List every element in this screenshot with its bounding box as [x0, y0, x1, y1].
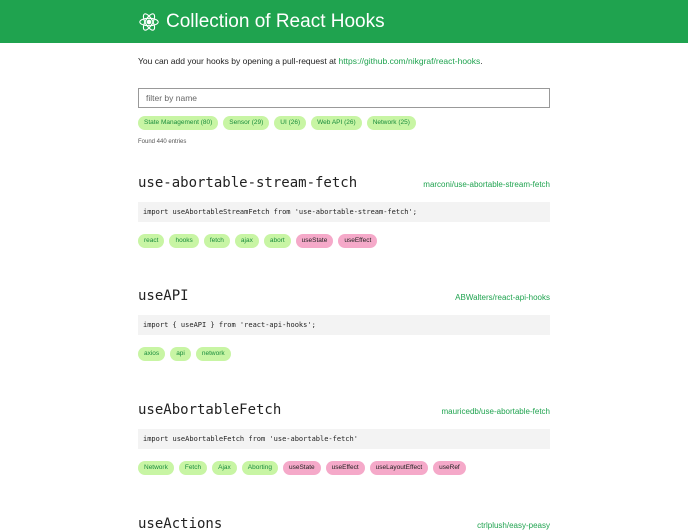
- hook-entry: use-abortable-stream-fetch marconi/use-ab…: [138, 175, 550, 248]
- react-logo-icon: [139, 12, 159, 31]
- hook-repo-link[interactable]: ABWalters/react-api-hooks: [455, 293, 550, 302]
- tag[interactable]: react: [138, 234, 165, 248]
- hook-tag[interactable]: useState: [282, 461, 321, 475]
- tag[interactable]: Fetch: [178, 461, 208, 475]
- filter-input[interactable]: [138, 88, 550, 108]
- tag[interactable]: Aborting: [241, 461, 278, 475]
- hook-entry: useActions ctrlplush/easy-peasy: [138, 516, 550, 532]
- tag[interactable]: fetch: [203, 234, 230, 248]
- header: Collection of React Hooks: [0, 0, 688, 43]
- hook-entry: useAbortableFetch mauricedb/use-abortable…: [138, 402, 550, 475]
- category-tag[interactable]: State Management (80): [138, 116, 219, 130]
- hook-name[interactable]: use-abortable-stream-fetch: [138, 175, 357, 191]
- category-tag[interactable]: UI (26): [274, 116, 307, 130]
- hook-tag[interactable]: useRef: [433, 461, 466, 475]
- hook-tag[interactable]: useLayoutEffect: [369, 461, 429, 475]
- category-tag[interactable]: Sensor (29): [223, 116, 270, 130]
- import-code: import useAbortableFetch from 'use-abort…: [138, 429, 550, 449]
- category-list: State Management (80) Sensor (29) UI (26) W…: [138, 116, 550, 130]
- page-title: Collection of React Hooks: [166, 10, 385, 32]
- hook-repo-link[interactable]: mauricedb/use-abortable-fetch: [441, 407, 550, 416]
- tag[interactable]: Network: [138, 461, 174, 475]
- tag[interactable]: abort: [263, 234, 291, 248]
- hook-entry: useAPI ABWalters/react-api-hooks import { …: [138, 288, 550, 361]
- intro-suffix: .: [480, 56, 483, 66]
- intro-label: You can add your hooks by opening a pull…: [138, 56, 339, 66]
- hook-repo-link[interactable]: marconi/use-abortable-stream-fetch: [423, 180, 550, 189]
- tag[interactable]: api: [170, 347, 191, 361]
- hook-tag[interactable]: useEffect: [338, 234, 378, 248]
- intro-text: You can add your hooks by opening a pull…: [138, 56, 550, 68]
- hook-tag[interactable]: useState: [295, 234, 334, 248]
- tag[interactable]: hooks: [169, 234, 199, 248]
- import-code: import useAbortableStreamFetch from 'use…: [138, 202, 550, 222]
- found-count: Found 440 entries: [138, 139, 187, 145]
- hook-tag[interactable]: useEffect: [325, 461, 365, 475]
- tag[interactable]: network: [195, 347, 231, 361]
- hook-name[interactable]: useAPI: [138, 288, 189, 304]
- tag[interactable]: Ajax: [212, 461, 237, 475]
- tag[interactable]: axios: [138, 347, 166, 361]
- category-tag[interactable]: Network (25): [366, 116, 416, 130]
- category-tag[interactable]: Web API (26): [311, 116, 362, 130]
- repo-link[interactable]: https://github.com/nikgraf/react-hooks: [339, 56, 481, 66]
- hook-name[interactable]: useAbortableFetch: [138, 402, 281, 418]
- import-code: import { useAPI } from 'react-api-hooks'…: [138, 315, 550, 335]
- hook-repo-link[interactable]: ctrlplush/easy-peasy: [477, 521, 550, 530]
- tag[interactable]: ajax: [234, 234, 259, 248]
- hook-name[interactable]: useActions: [138, 516, 222, 532]
